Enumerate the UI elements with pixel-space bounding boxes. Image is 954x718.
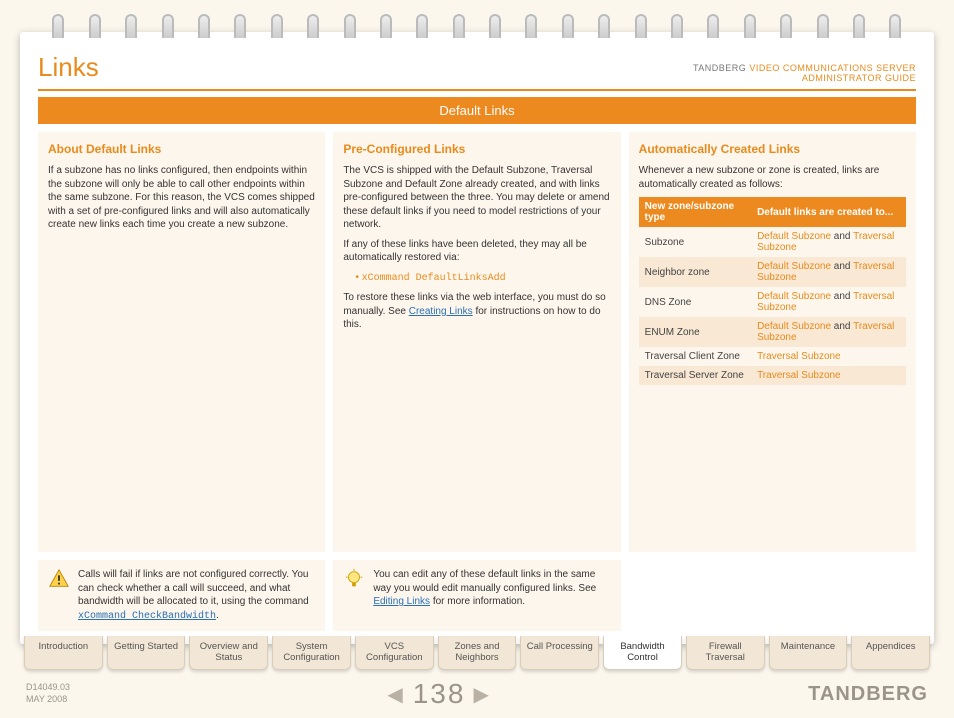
cell-links-to: Default Subzone and Traversal Subzone: [751, 227, 906, 257]
brand-name: TANDBERG: [693, 63, 746, 73]
th-zone-type: New zone/subzone type: [639, 197, 751, 227]
footer: D14049.03 MAY 2008 ◀ 138 ▶ TANDBERG: [26, 678, 928, 710]
tip1-command-link[interactable]: xCommand CheckBandwidth: [78, 611, 216, 622]
page-number-block: ◀ 138 ▶: [387, 678, 491, 710]
tab-maintenance[interactable]: Maintenance: [769, 636, 848, 670]
doc-date: MAY 2008: [26, 694, 67, 704]
link-target[interactable]: Default Subzone: [757, 231, 831, 242]
editing-links-link[interactable]: Editing Links: [373, 596, 430, 607]
nav-tabs: IntroductionGetting StartedOverview and …: [24, 636, 930, 670]
warning-icon: [48, 568, 70, 590]
page: Links TANDBERG VIDEO COMMUNICATIONS SERV…: [20, 32, 934, 644]
tab-overview-and-status[interactable]: Overview and Status: [189, 636, 268, 670]
tab-introduction[interactable]: Introduction: [24, 636, 103, 670]
column-about-default-links: About Default Links If a subzone has no …: [38, 132, 325, 552]
col3-intro: Whenever a new subzone or zone is create…: [639, 164, 906, 191]
and-text: and: [831, 231, 853, 242]
next-page-arrow[interactable]: ▶: [473, 682, 490, 707]
link-target[interactable]: Traversal Subzone: [757, 351, 841, 362]
tab-call-processing[interactable]: Call Processing: [520, 636, 599, 670]
table-row: SubzoneDefault Subzone and Traversal Sub…: [639, 227, 906, 257]
table-row: ENUM ZoneDefault Subzone and Traversal S…: [639, 317, 906, 347]
tab-system-configuration[interactable]: System Configuration: [272, 636, 351, 670]
cell-zone-type: Traversal Client Zone: [639, 347, 751, 366]
cell-zone-type: Traversal Server Zone: [639, 366, 751, 385]
tab-getting-started[interactable]: Getting Started: [107, 636, 186, 670]
cell-zone-type: ENUM Zone: [639, 317, 751, 347]
table-row: Traversal Server Zone Traversal Subzone: [639, 366, 906, 385]
cell-zone-type: DNS Zone: [639, 287, 751, 317]
tip2-text-a: You can edit any of these default links …: [373, 569, 596, 594]
auto-links-table: New zone/subzone type Default links are …: [639, 197, 906, 385]
table-row: DNS ZoneDefault Subzone and Traversal Su…: [639, 287, 906, 317]
cell-zone-type: Neighbor zone: [639, 257, 751, 287]
col3-heading: Automatically Created Links: [639, 142, 906, 156]
link-target[interactable]: Default Subzone: [757, 291, 831, 302]
doc-header-meta: TANDBERG VIDEO COMMUNICATIONS SERVER ADM…: [693, 63, 916, 83]
tip-calls-fail: Calls will fail if links are not configu…: [38, 560, 325, 631]
col1-heading: About Default Links: [48, 142, 315, 156]
tip1-text-b: .: [216, 610, 219, 621]
and-text: and: [831, 261, 853, 272]
header-rule: [38, 89, 916, 91]
col2-command: xCommand DefaultLinksAdd: [362, 273, 506, 284]
cell-links-to: Default Subzone and Traversal Subzone: [751, 317, 906, 347]
creating-links-link[interactable]: Creating Links: [409, 306, 473, 317]
link-target[interactable]: Traversal Subzone: [757, 370, 841, 381]
doc-id: D14049.03: [26, 682, 70, 692]
col2-p1: The VCS is shipped with the Default Subz…: [343, 164, 610, 232]
table-row: Traversal Client Zone Traversal Subzone: [639, 347, 906, 366]
col1-body: If a subzone has no links configured, th…: [48, 164, 315, 232]
prev-page-arrow[interactable]: ◀: [387, 682, 404, 707]
and-text: and: [831, 291, 853, 302]
section-banner: Default Links: [38, 97, 916, 124]
link-target[interactable]: Default Subzone: [757, 261, 831, 272]
page-number: 138: [413, 678, 466, 710]
footer-logo: TANDBERG: [808, 683, 928, 706]
tab-bandwidth-control[interactable]: Bandwidth Control: [603, 636, 682, 670]
table-row: Neighbor zoneDefault Subzone and Travers…: [639, 257, 906, 287]
cell-links-to: Traversal Subzone: [751, 347, 906, 366]
tip1-text-a: Calls will fail if links are not configu…: [78, 569, 309, 607]
tab-firewall-traversal[interactable]: Firewall Traversal: [686, 636, 765, 670]
and-text: and: [831, 321, 853, 332]
cell-links-to: Traversal Subzone: [751, 366, 906, 385]
link-target[interactable]: Default Subzone: [757, 321, 831, 332]
tab-vcs-configuration[interactable]: VCS Configuration: [355, 636, 434, 670]
cell-links-to: Default Subzone and Traversal Subzone: [751, 257, 906, 287]
doc-subtitle: ADMINISTRATOR GUIDE: [802, 73, 916, 83]
doc-id-block: D14049.03 MAY 2008: [26, 682, 70, 705]
cell-links-to: Default Subzone and Traversal Subzone: [751, 287, 906, 317]
lightbulb-icon: [343, 568, 365, 590]
column-auto-created-links: Automatically Created Links Whenever a n…: [629, 132, 916, 552]
col2-heading: Pre-Configured Links: [343, 142, 610, 156]
col2-p2: If any of these links have been deleted,…: [343, 238, 610, 265]
th-links-to: Default links are created to...: [751, 197, 906, 227]
tip2-text-b: for more information.: [433, 596, 525, 607]
product-name: VIDEO COMMUNICATIONS SERVER: [749, 63, 916, 73]
tab-appendices[interactable]: Appendices: [851, 636, 930, 670]
tip-edit-links: You can edit any of these default links …: [333, 560, 620, 631]
spiral-binding: [0, 14, 954, 40]
column-preconfigured-links: Pre-Configured Links The VCS is shipped …: [333, 132, 620, 552]
cell-zone-type: Subzone: [639, 227, 751, 257]
col2-p3: To restore these links via the web inter…: [343, 291, 610, 332]
page-title: Links: [38, 52, 99, 83]
tab-zones-and-neighbors[interactable]: Zones and Neighbors: [438, 636, 517, 670]
